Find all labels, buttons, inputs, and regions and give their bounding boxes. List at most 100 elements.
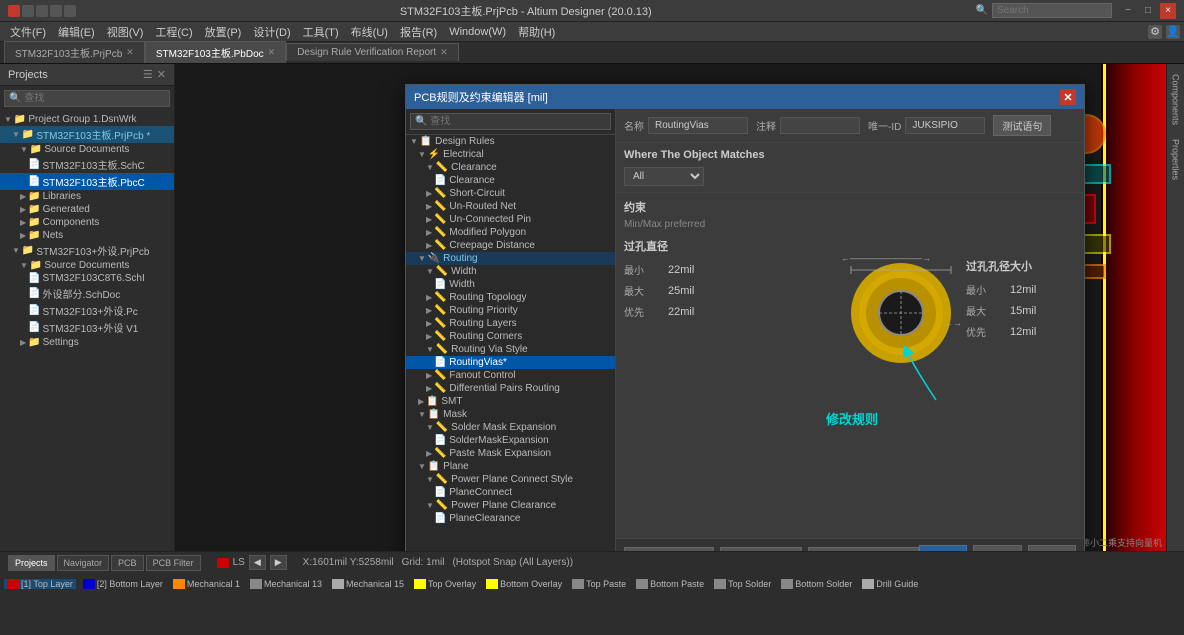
tab-projects-close[interactable]: ✕ bbox=[126, 47, 134, 58]
modal-tree-routing-corners[interactable]: ▶ 📏 Routing Corners bbox=[406, 330, 615, 343]
modal-tree-plane-clearance[interactable]: 📄 PlaneClearance bbox=[406, 512, 615, 525]
tab-drc[interactable]: Design Rule Verification Report ✕ bbox=[286, 43, 459, 61]
layer-bottom-solder[interactable]: Bottom Solder bbox=[778, 579, 855, 589]
modal-tree-clearance-group[interactable]: ▼ 📏 Clearance bbox=[406, 161, 615, 174]
modal-tree-paste-mask[interactable]: ▶ 📏 Paste Mask Expansion bbox=[406, 447, 615, 460]
layer-mech13[interactable]: Mechanical 13 bbox=[247, 579, 325, 589]
modal-tree-fanout[interactable]: ▶ 📏 Fanout Control bbox=[406, 369, 615, 382]
tree-settings[interactable]: ▶📁 Settings bbox=[0, 336, 174, 349]
modal-search-input[interactable] bbox=[410, 113, 611, 130]
nav-tab-navigator[interactable]: Navigator bbox=[57, 555, 110, 571]
modal-tree-routing-layers[interactable]: ▶ 📏 Routing Layers bbox=[406, 317, 615, 330]
create-default-rules-button[interactable]: 创建默认规则 (E)... bbox=[808, 547, 919, 551]
modal-tree-plane-connect[interactable]: 📄 PlaneConnect bbox=[406, 486, 615, 499]
tree-sch-c[interactable]: 📄 STM32F103主板.SchC bbox=[0, 156, 174, 173]
tree-ext-v1[interactable]: 📄 STM32F103+外设 V1 bbox=[0, 319, 174, 336]
name-input[interactable] bbox=[648, 117, 748, 134]
next-layer-button[interactable]: ▶ bbox=[270, 555, 287, 570]
modal-tree-routing-topology[interactable]: ▶ 📏 Routing Topology bbox=[406, 291, 615, 304]
right-panel-properties[interactable]: Properties bbox=[1169, 133, 1183, 186]
modal-tree-routing-priority[interactable]: ▶ 📏 Routing Priority bbox=[406, 304, 615, 317]
search-input[interactable] bbox=[992, 3, 1112, 18]
user-icon[interactable]: 👤 bbox=[1166, 25, 1180, 39]
left-panel-search-input[interactable] bbox=[4, 90, 170, 107]
modal-tree-width-item[interactable]: 📄 Width bbox=[406, 278, 615, 291]
menu-design[interactable]: 设计(D) bbox=[247, 22, 296, 42]
menu-routing[interactable]: 布线(U) bbox=[345, 22, 394, 42]
tree-stm32-main[interactable]: ▼📁 STM32F103主板.PrjPcb * bbox=[0, 126, 174, 143]
apply-button[interactable]: 应用 bbox=[1028, 545, 1076, 551]
modal-tree-diff-pairs[interactable]: ▶ 📏 Differential Pairs Routing bbox=[406, 382, 615, 395]
right-panel-components[interactable]: Components bbox=[1169, 68, 1183, 131]
layer-bottom[interactable]: [2] Bottom Layer bbox=[80, 579, 166, 589]
modal-tree-width-group[interactable]: ▼ 📏 Width bbox=[406, 265, 615, 278]
modal-tree-plane[interactable]: ▼ 📋 Plane bbox=[406, 460, 615, 473]
gear-icon[interactable]: ⚙ bbox=[1148, 25, 1162, 39]
modal-tree-short-circuit[interactable]: ▶ 📏 Short-Circuit bbox=[406, 187, 615, 200]
menu-project[interactable]: 工程(C) bbox=[149, 22, 198, 42]
modal-tree-via-style[interactable]: ▼ 📏 Routing Via Style bbox=[406, 343, 615, 356]
left-panel-menu-icon[interactable]: ☰ bbox=[143, 68, 153, 81]
modal-tree-routing[interactable]: ▼ 🔌 Routing bbox=[406, 252, 615, 265]
tree-ext-schdoc[interactable]: 📄 外设部分.SchDoc bbox=[0, 285, 174, 302]
nav-tab-pcb-filter[interactable]: PCB Filter bbox=[146, 555, 201, 571]
test-query-button[interactable]: 测试语句 bbox=[993, 115, 1051, 136]
modal-tree-clearance-item[interactable]: 📄 Clearance bbox=[406, 174, 615, 187]
modal-tree-solder-mask[interactable]: ▼ 📏 Solder Mask Expansion bbox=[406, 421, 615, 434]
modal-tree-unconnected-pin[interactable]: ▶ 📏 Un-Connected Pin bbox=[406, 213, 615, 226]
menu-tools[interactable]: 工具(T) bbox=[297, 22, 345, 42]
tree-c8t6[interactable]: 📄 STM32F103C8T6.SchI bbox=[0, 272, 174, 285]
layer-bottom-paste[interactable]: Bottom Paste bbox=[633, 579, 707, 589]
minimize-button[interactable]: − bbox=[1120, 3, 1136, 19]
priority-button[interactable]: 优先级 (P)... bbox=[720, 547, 802, 551]
modal-close-button[interactable]: ✕ bbox=[1060, 89, 1076, 105]
layer-top-paste[interactable]: Top Paste bbox=[569, 579, 629, 589]
menu-place[interactable]: 放置(P) bbox=[199, 22, 248, 42]
layer-top-solder[interactable]: Top Solder bbox=[711, 579, 774, 589]
modal-tree-modified-polygon[interactable]: ▶ 📏 Modified Polygon bbox=[406, 226, 615, 239]
modal-tree-mask[interactable]: ▼ 📋 Mask bbox=[406, 408, 615, 421]
modal-tree-soldermask-exp[interactable]: 📄 SolderMaskExpansion bbox=[406, 434, 615, 447]
ok-button[interactable]: 确定 bbox=[919, 545, 967, 551]
tree-generated[interactable]: ▶📁 Generated bbox=[0, 203, 174, 216]
tree-nets[interactable]: ▶📁 Nets bbox=[0, 229, 174, 242]
layer-bottom-overlay[interactable]: Bottom Overlay bbox=[483, 579, 565, 589]
modal-tree-design-rules[interactable]: ▼ 📋 Design Rules bbox=[406, 135, 615, 148]
menu-reports[interactable]: 报告(R) bbox=[394, 22, 443, 42]
layer-top[interactable]: [1] Top Layer bbox=[4, 579, 76, 589]
tree-stm32-ext[interactable]: ▼📁 STM32F103+外设.PrjPcb bbox=[0, 242, 174, 259]
modal-tree-unrouted-net[interactable]: ▶ 📏 Un-Routed Net bbox=[406, 200, 615, 213]
tree-pbc-c[interactable]: 📄 STM32F103主板.PbcC bbox=[0, 173, 174, 190]
modal-tree-routing-vias[interactable]: 📄 RoutingVias* bbox=[406, 356, 615, 369]
menu-window[interactable]: Window(W) bbox=[443, 24, 512, 40]
layer-top-overlay[interactable]: Top Overlay bbox=[411, 579, 479, 589]
cancel-button[interactable]: 取消 bbox=[973, 545, 1021, 551]
layer-mech1[interactable]: Mechanical 1 bbox=[170, 579, 243, 589]
tree-source-docs2[interactable]: ▼📁 Source Documents bbox=[0, 259, 174, 272]
menu-file[interactable]: 文件(F) bbox=[4, 22, 52, 42]
prev-layer-button[interactable]: ◀ bbox=[249, 555, 266, 570]
tab-pbdoc[interactable]: STM32F103主板.PbDoc ✕ bbox=[145, 41, 286, 63]
menu-view[interactable]: 视图(V) bbox=[101, 22, 150, 42]
tree-source-docs[interactable]: ▼📁 Source Documents bbox=[0, 143, 174, 156]
comment-input[interactable] bbox=[780, 117, 860, 134]
filter-select[interactable]: All Net Net Class Layer bbox=[624, 167, 704, 186]
modal-tree-creepage[interactable]: ▶ 📏 Creepage Distance bbox=[406, 239, 615, 252]
nav-tab-pcb[interactable]: PCB bbox=[111, 555, 144, 571]
tree-ext-pc[interactable]: 📄 STM32F103+外设.Pc bbox=[0, 302, 174, 319]
modal-tree-pp-connect[interactable]: ▼ 📏 Power Plane Connect Style bbox=[406, 473, 615, 486]
left-panel-close-icon[interactable]: ✕ bbox=[157, 68, 166, 81]
layer-drill-guide[interactable]: Drill Guide bbox=[859, 579, 921, 589]
search-area[interactable]: 🔍 bbox=[976, 3, 1112, 18]
rule-wizard-button[interactable]: 规则向导 (J)... bbox=[624, 547, 714, 551]
tab-pbdoc-close[interactable]: ✕ bbox=[268, 47, 276, 58]
menu-help[interactable]: 帮助(H) bbox=[512, 22, 561, 42]
tree-libraries[interactable]: ▶📁 Libraries bbox=[0, 190, 174, 203]
modal-tree-electrical[interactable]: ▼ ⚡ Electrical bbox=[406, 148, 615, 161]
tree-components[interactable]: ▶📁 Components bbox=[0, 216, 174, 229]
unique-id-input[interactable] bbox=[905, 117, 985, 134]
nav-tab-projects[interactable]: Projects bbox=[8, 555, 55, 571]
tab-projects[interactable]: STM32F103主板.PrjPcb ✕ bbox=[4, 41, 145, 63]
maximize-button[interactable]: □ bbox=[1140, 3, 1156, 19]
modal-tree-smt[interactable]: ▶ 📋 SMT bbox=[406, 395, 615, 408]
